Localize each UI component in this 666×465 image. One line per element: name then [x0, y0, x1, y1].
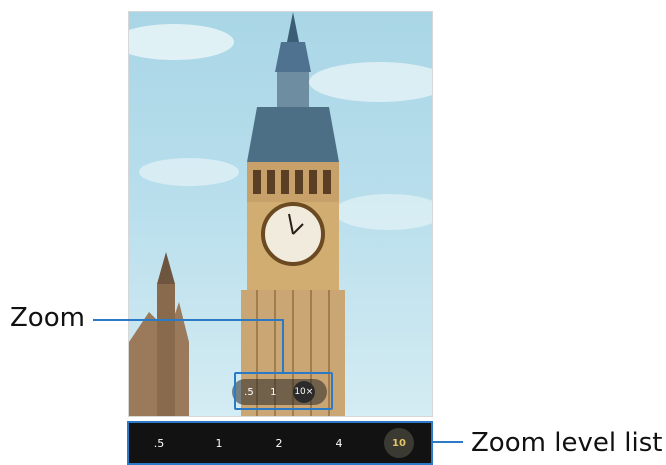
- big-ben-photo: [129, 12, 432, 416]
- zoom-level-list-highlight-box: [127, 421, 433, 465]
- zoom-callout-label: Zoom: [10, 303, 85, 333]
- zoom-level-list-callout-label: Zoom level list: [471, 428, 663, 458]
- camera-viewfinder[interactable]: .5 1 10×: [128, 11, 433, 417]
- zoom-callout-line: [93, 319, 284, 321]
- zoom-highlight-box: [234, 372, 333, 410]
- zoom-level-list-callout-line: [433, 441, 463, 443]
- zoom-callout-line-vertical: [282, 319, 284, 374]
